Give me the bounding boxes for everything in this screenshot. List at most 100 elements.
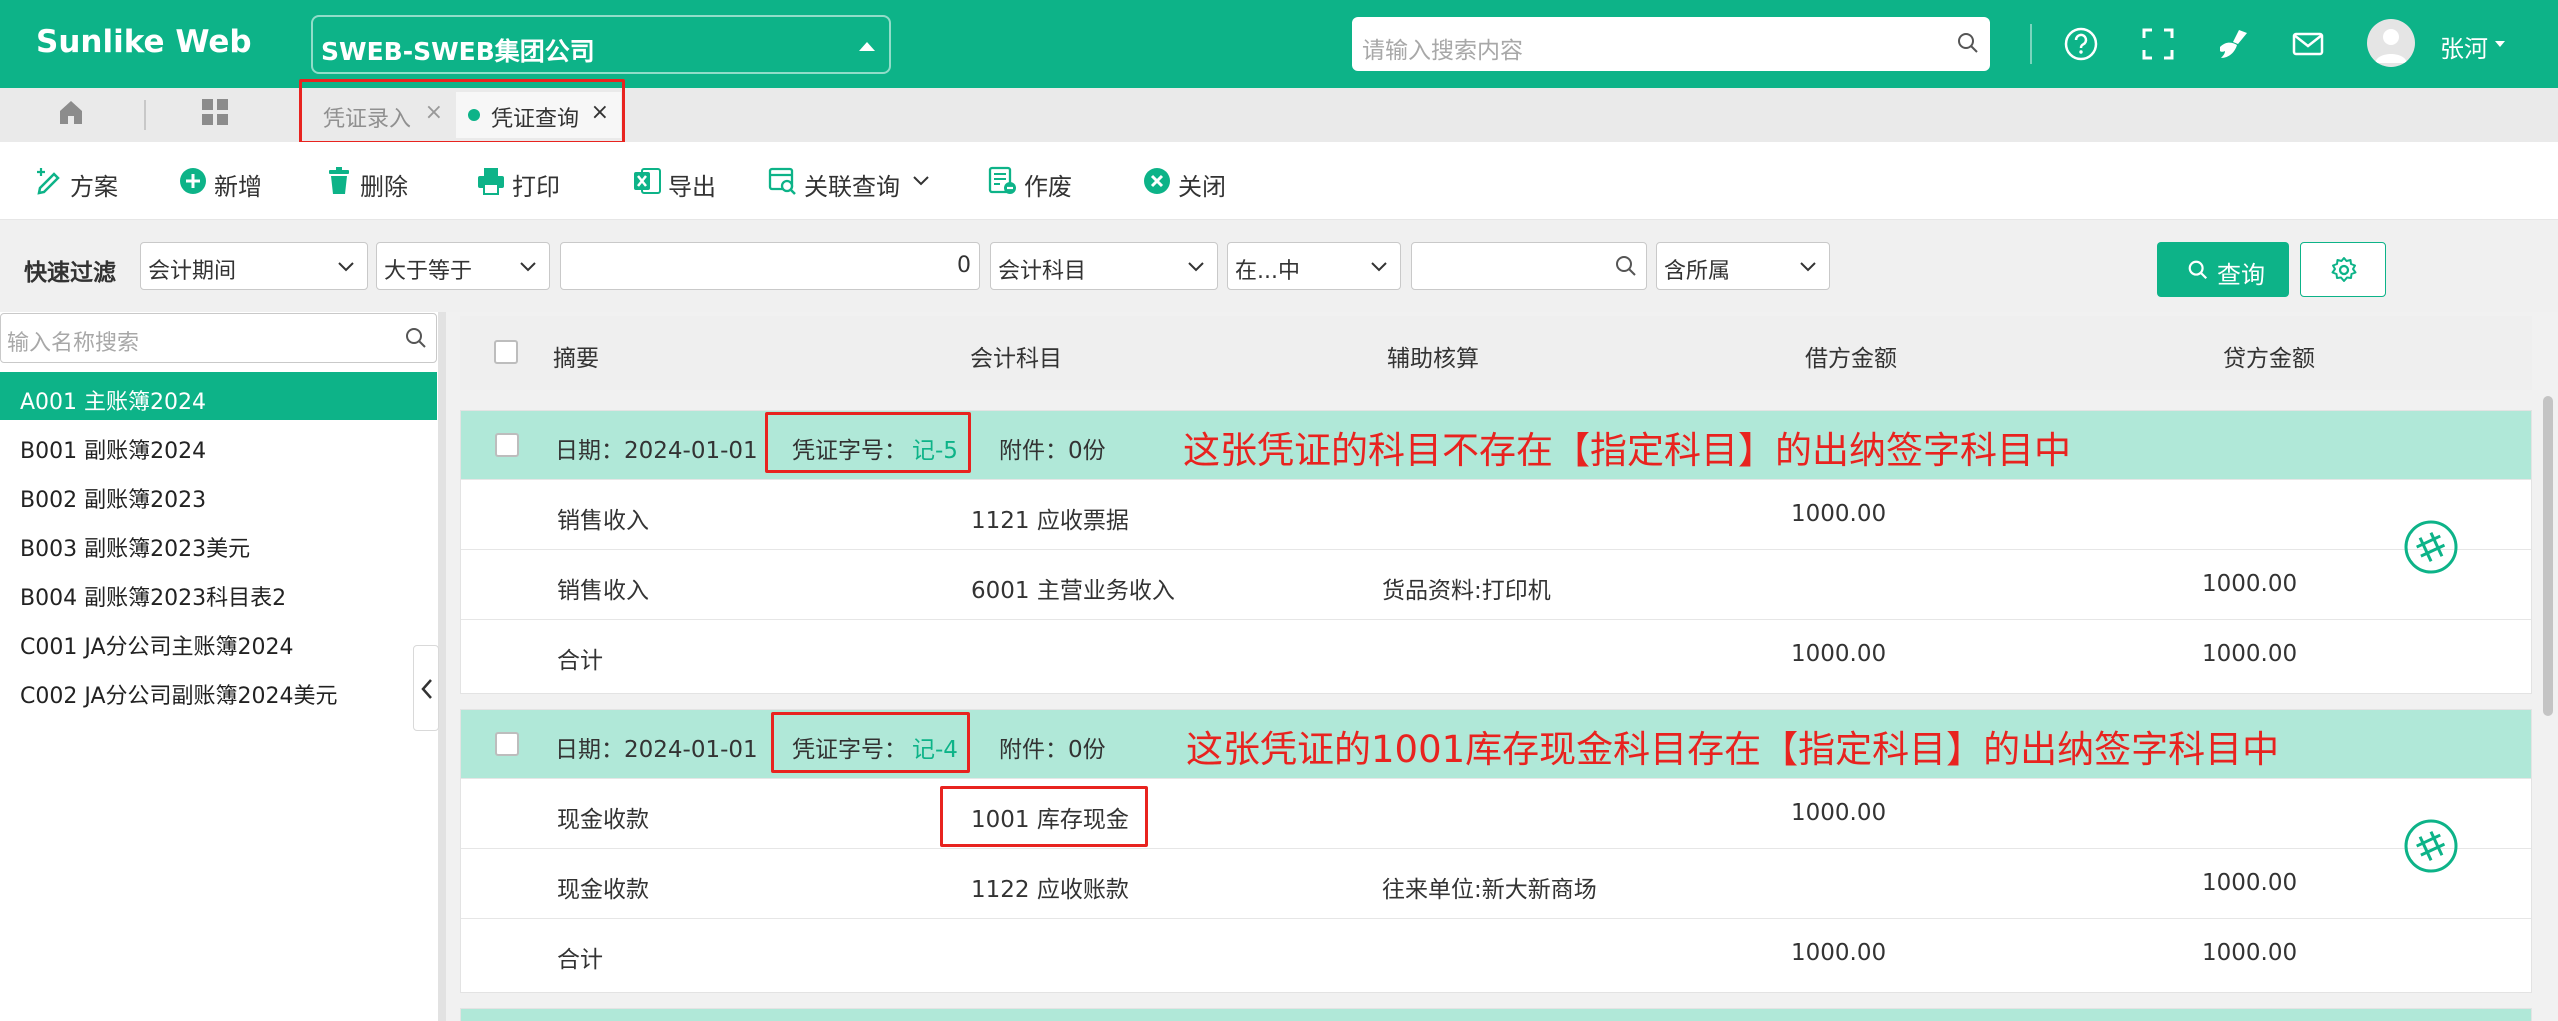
caret-up-icon	[859, 42, 875, 51]
query-button[interactable]: 查询	[2157, 242, 2289, 297]
search-icon[interactable]	[1956, 31, 1980, 55]
search-placeholder: 请输入搜索内容	[1362, 38, 1523, 64]
filter-in-operator-select[interactable]: 在...中	[1227, 242, 1401, 290]
close-circle-icon	[1144, 168, 1170, 194]
filter-scope-select[interactable]: 含所属	[1656, 242, 1830, 290]
ledger-item[interactable]: B001 副账簿2024	[0, 421, 437, 469]
filter-account-select[interactable]: 会计科目	[990, 242, 1218, 290]
help-icon[interactable]	[2062, 25, 2100, 63]
related-query-icon	[768, 167, 796, 195]
collapse-panel-button[interactable]	[413, 645, 439, 731]
table-row[interactable]: 销售收入 6001 主营业务收入 货品资料:打印机 1000.00	[461, 549, 2531, 619]
search-icon	[406, 328, 426, 348]
plus-circle-icon	[180, 168, 206, 194]
panel-splitter[interactable]	[438, 312, 446, 1021]
cell-summary: 合计	[557, 648, 603, 674]
add-button[interactable]: 新增	[178, 164, 278, 201]
broom-icon[interactable]	[2214, 25, 2252, 63]
voucher-card-partial	[460, 1008, 2532, 1021]
col-credit: 贷方金额	[2223, 346, 2315, 372]
filter-account-value-input[interactable]	[1411, 242, 1647, 290]
ledger-search-input[interactable]: 输入名称搜索	[0, 313, 437, 363]
tabs-divider	[144, 100, 146, 130]
related-query-dropdown[interactable]: 关联查询	[768, 164, 938, 201]
voucher-date: 日期：2024-01-01	[555, 737, 758, 763]
voucher-attachments: 附件：0份	[999, 438, 1106, 464]
global-search-input[interactable]: 请输入搜索内容	[1352, 17, 1990, 71]
review-stamp-icon	[2404, 819, 2458, 873]
filter-operator-select[interactable]: 大于等于	[376, 242, 550, 290]
cell-account: 1121 应收票据	[971, 508, 1129, 534]
pencil-icon	[37, 168, 60, 195]
delete-button[interactable]: 删除	[324, 164, 424, 201]
cell-summary: 合计	[557, 947, 603, 973]
cell-debit: 1000.00	[1791, 501, 1887, 527]
excel-icon	[634, 168, 661, 194]
voucher-checkbox[interactable]	[495, 433, 519, 457]
table-header	[460, 316, 2532, 390]
chevron-down-icon	[1800, 262, 1816, 272]
header-divider	[2030, 24, 2032, 64]
chevron-down-icon	[520, 262, 536, 272]
col-summary: 摘要	[553, 346, 599, 372]
quick-filter-label: 快速过滤	[24, 260, 116, 286]
cell-debit: 1000.00	[1791, 800, 1887, 826]
chevron-down-icon	[1371, 262, 1387, 272]
company-selector[interactable]: SWEB-SWEB集团公司	[311, 15, 891, 74]
table-row[interactable]: 现金收款 1122 应收账款 往来单位:新大新商场 1000.00	[461, 848, 2531, 918]
printer-icon	[478, 168, 504, 195]
vertical-scrollbar[interactable]	[2543, 396, 2553, 716]
fullscreen-icon[interactable]	[2139, 25, 2177, 63]
review-stamp-icon	[2404, 520, 2458, 574]
table-row-total: 合计 1000.00 1000.00	[461, 619, 2531, 689]
apps-grid-icon[interactable]	[200, 97, 230, 127]
voucher-checkbox[interactable]	[495, 732, 519, 756]
col-account: 会计科目	[970, 346, 1062, 372]
username[interactable]: 张河	[2440, 29, 2488, 64]
print-button[interactable]: 打印	[476, 164, 576, 201]
filter-value-input[interactable]: 0	[560, 242, 980, 290]
cell-aux: 往来单位:新大新商场	[1382, 877, 1597, 903]
annotation-text: 这张凭证的1001库存现金科目存在【指定科目】的出纳签字科目中	[1186, 728, 2280, 771]
filter-settings-button[interactable]	[2300, 242, 2386, 297]
chevron-left-icon	[421, 679, 432, 699]
table-row[interactable]: 现金收款 1001 库存现金 1000.00	[461, 778, 2531, 848]
filter-field-select[interactable]: 会计期间	[140, 242, 368, 290]
cell-summary: 销售收入	[557, 508, 649, 534]
company-name: SWEB-SWEB集团公司	[321, 37, 595, 66]
void-button[interactable]: 作废	[988, 164, 1088, 201]
voucher-attachments: 附件：0份	[999, 737, 1106, 763]
ledger-item[interactable]: B004 副账簿2023科目表2	[0, 568, 437, 616]
cell-credit: 1000.00	[2202, 641, 2298, 667]
mail-icon[interactable]	[2289, 25, 2327, 63]
cell-summary: 现金收款	[557, 877, 649, 903]
ledger-item[interactable]: B002 副账簿2023	[0, 470, 437, 518]
cell-credit: 1000.00	[2202, 571, 2298, 597]
select-all-checkbox[interactable]	[494, 340, 518, 364]
cell-aux: 货品资料:打印机	[1382, 578, 1551, 604]
ledger-item[interactable]: B003 副账簿2023美元	[0, 519, 437, 567]
annotation-highlight-voucher-no	[765, 412, 971, 473]
voucher-date: 日期：2024-01-01	[555, 438, 758, 464]
export-button[interactable]: 导出	[632, 164, 732, 201]
table-row-total: 合计 1000.00 1000.00	[461, 918, 2531, 988]
col-auxiliary: 辅助核算	[1387, 346, 1479, 372]
table-row[interactable]: 销售收入 1121 应收票据 1000.00	[461, 479, 2531, 549]
home-icon[interactable]	[56, 97, 86, 127]
caret-down-icon[interactable]	[2495, 41, 2505, 47]
trash-icon	[329, 167, 349, 194]
ledger-item[interactable]: A001 主账簿2024	[0, 372, 437, 420]
brand-logo[interactable]: Sunlike Web	[36, 24, 252, 60]
cell-account: 6001 主营业务收入	[971, 578, 1175, 604]
ledger-item[interactable]: C002 JA分公司副账簿2024美元	[0, 666, 437, 714]
col-debit: 借方金额	[1805, 346, 1897, 372]
annotation-text: 这张凭证的科目不存在【指定科目】的出纳签字科目中	[1183, 429, 2071, 472]
close-button[interactable]: 关闭	[1142, 164, 1242, 201]
annotation-highlight-account	[940, 786, 1148, 847]
void-doc-icon	[988, 166, 1016, 194]
cell-credit: 1000.00	[2202, 940, 2298, 966]
avatar[interactable]	[2367, 19, 2415, 67]
search-icon	[1616, 256, 1636, 276]
ledger-item[interactable]: C001 JA分公司主账簿2024	[0, 617, 437, 665]
scheme-button[interactable]: 方案	[34, 164, 124, 201]
